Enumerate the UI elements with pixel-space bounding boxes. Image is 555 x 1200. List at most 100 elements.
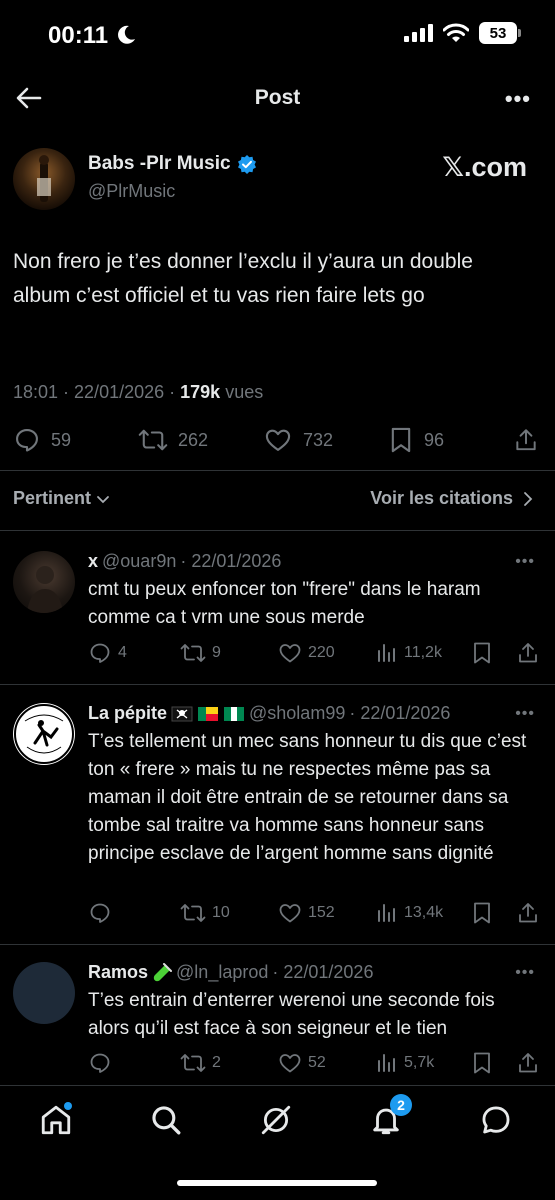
person-silhouette-icon [27,566,63,613]
tab-notifications[interactable]: 2 [366,1094,412,1140]
like-count: 732 [303,429,334,450]
author-avatar[interactable] [13,148,75,210]
bookmark-icon [474,642,490,664]
bookmark-icon [474,902,490,924]
heart-icon [265,429,291,451]
chat-bubble-icon [482,1106,510,1134]
repost-icon [180,644,206,662]
analytics-icon [378,904,395,922]
reply-avatar[interactable] [13,703,75,765]
verified-badge-icon [237,155,256,174]
notifications-badge: 2 [390,1094,412,1116]
grok-icon [261,1105,291,1135]
benin-flag-icon [198,706,219,721]
reply-author-handle[interactable]: @ouar9n [102,551,176,572]
share-button[interactable] [516,641,540,665]
nigeria-flag-icon [224,706,245,721]
reply-author-name[interactable]: La pépite [88,703,167,724]
status-right: 53 [403,22,521,44]
repost-button[interactable]: 9 [180,641,221,665]
views-button[interactable]: 11,2k [376,641,442,665]
reply-avatar[interactable] [13,962,75,1024]
divider [0,530,555,531]
share-button[interactable] [516,1051,540,1075]
reply-action-bar: 10 152 13,4k [88,901,548,929]
bookmark-icon [474,1052,490,1074]
chevron-down-icon [97,495,109,503]
reply-icon [90,1053,110,1073]
tab-search[interactable] [146,1100,186,1140]
heart-icon [279,644,301,663]
reply-author-handle[interactable]: @sholam99 [249,703,345,724]
reply-button[interactable] [88,1051,118,1075]
wifi-icon [443,23,469,42]
reply-more-icon[interactable]: ••• [515,553,535,571]
repost-count: 2 [212,1054,221,1071]
bookmark-button[interactable]: 96 [388,426,444,454]
reply-icon [90,903,110,923]
like-button[interactable]: 220 [278,641,335,665]
divider [0,684,555,685]
reply-action-bar: 4 9 220 11,2k [88,641,548,669]
analytics-icon [378,644,395,662]
share-button[interactable] [513,426,539,454]
post-view-count: 179k [180,382,221,402]
sort-label: Pertinent [13,488,92,508]
repost-button[interactable]: 2 [180,1051,221,1075]
author-name[interactable]: Babs -Plr Music [88,153,257,175]
reply-more-icon[interactable]: ••• [515,705,535,723]
repost-icon [138,429,168,451]
like-button[interactable]: 52 [278,1051,326,1075]
repost-button[interactable]: 10 [180,901,230,925]
reply-button[interactable]: 59 [13,426,71,454]
reply-date: · 22/01/2026 [349,703,451,723]
performer-silhouette-icon [37,155,51,202]
like-count: 220 [308,644,335,661]
views-button[interactable]: 13,4k [376,901,443,925]
bookmark-button[interactable] [472,641,492,665]
like-count: 52 [308,1054,326,1071]
cellular-signal-icon [404,24,433,42]
author-handle[interactable]: @PlrMusic [88,181,175,202]
reply-avatar[interactable] [13,551,75,613]
repost-button[interactable]: 262 [138,426,208,454]
repost-icon [180,904,206,922]
views-button[interactable]: 5,7k [376,1051,434,1075]
post-views-label: vues [225,382,264,402]
tab-grok[interactable] [256,1100,296,1140]
like-button[interactable]: 732 [263,426,333,454]
view-quotes-link[interactable]: Voir les citations [370,488,535,509]
like-button[interactable]: 152 [278,901,335,925]
page-title: Post [254,86,301,109]
moon-icon [118,25,135,44]
home-indicator [177,1180,377,1186]
more-options-icon[interactable]: ••• [505,86,531,112]
view-count: 13,4k [404,904,444,921]
reply-author-handle[interactable]: @ln_laprod [176,962,268,983]
sort-dropdown[interactable]: Pertinent [13,488,111,509]
reply-icon [90,643,110,663]
view-count: 5,7k [404,1054,435,1071]
reply-author-name[interactable]: x [88,551,98,572]
reply-more-icon[interactable]: ••• [515,964,535,982]
search-icon [152,1106,181,1135]
reply-button[interactable]: 4 [88,641,127,665]
test-tube-icon [153,962,173,981]
share-button[interactable] [516,901,540,925]
make-racists-afraid-again-logo [14,704,74,764]
heart-icon [279,1054,301,1073]
bookmark-button[interactable] [472,901,492,925]
reply-text: T’es tellement un mec sans honneur tu di… [88,731,527,864]
reply-author-name[interactable]: Ramos [88,962,148,983]
heart-icon [279,904,301,923]
reply-date: · 22/01/2026 [180,551,282,571]
repost-count: 10 [212,904,230,921]
bookmark-icon [391,427,411,453]
tab-home[interactable] [36,1100,76,1140]
bookmark-button[interactable] [472,1051,492,1075]
tab-messages[interactable] [476,1100,516,1140]
reply-button[interactable] [88,901,118,925]
reply-count: 4 [118,644,127,661]
post-timestamp: 18:01 · 22/01/2026 · [13,382,176,402]
divider [0,470,555,471]
